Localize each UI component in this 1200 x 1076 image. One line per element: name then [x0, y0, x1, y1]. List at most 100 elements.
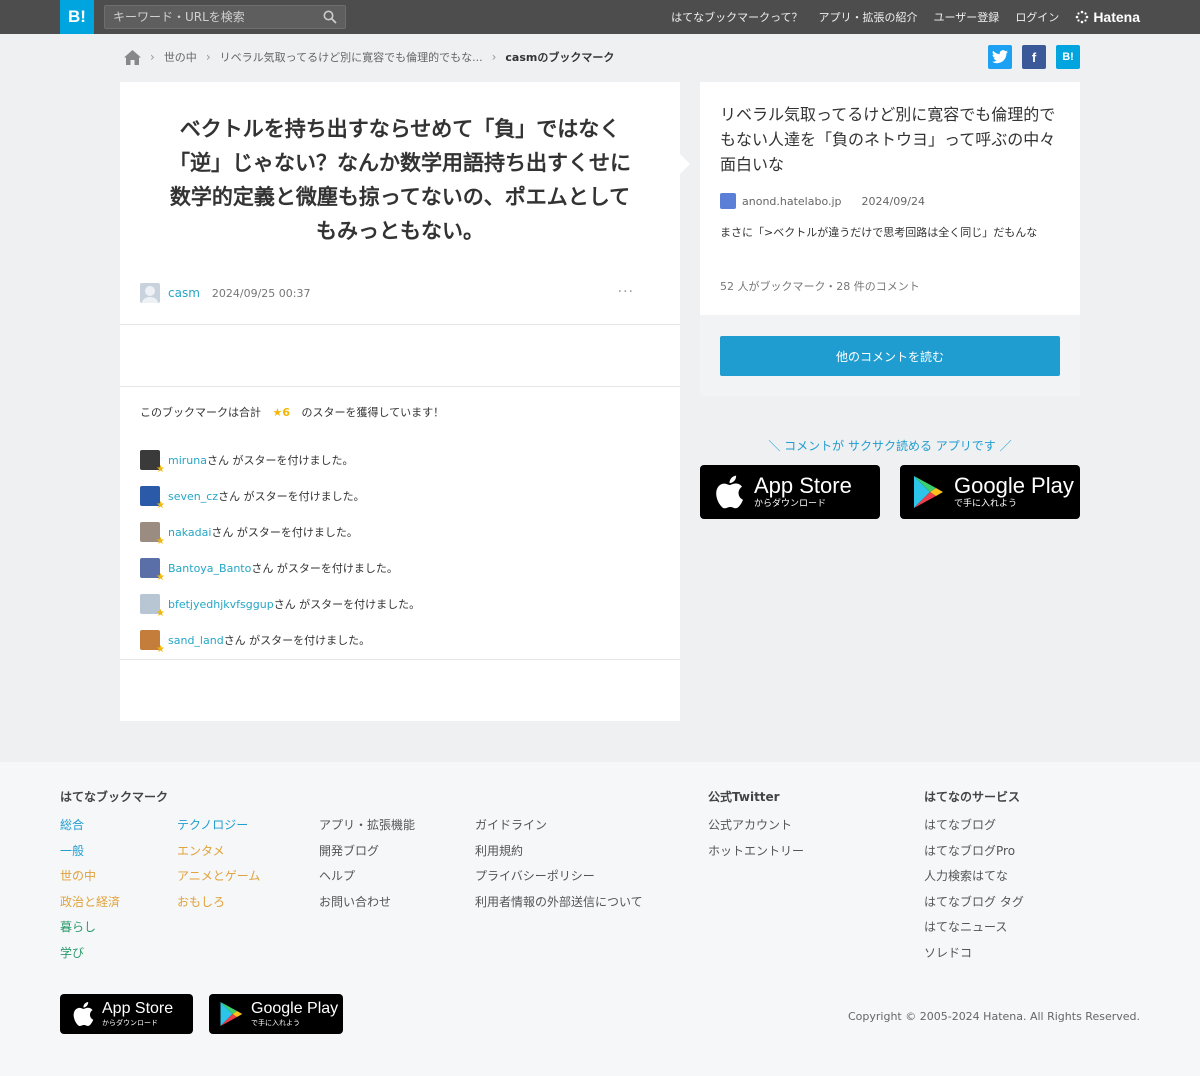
star-item-text: さん がスターを付けました。	[251, 562, 398, 575]
footer-category-link[interactable]: 総合	[60, 816, 120, 842]
footer-link[interactable]: はてなブログPro	[924, 842, 1024, 868]
google-play-sub: で手に入れよう	[251, 1019, 300, 1027]
top-nav: はてなブックマークって？ アプリ・拡張の紹介 ユーザー登録 ログイン Haten…	[671, 0, 1140, 34]
google-play-icon	[914, 476, 943, 508]
hatena-bookmark-logo[interactable]: B!	[60, 0, 94, 34]
list-item: ★ sand_land さん がスターを付けました。	[140, 622, 660, 658]
twitter-share-button[interactable]	[988, 45, 1012, 69]
comment-line: 数学的定義と微塵も掠ってないの、ポエムとして	[169, 185, 631, 209]
star-item-text: さん がスターを付けました。	[218, 490, 365, 503]
footer-category-link[interactable]: エンタメ	[177, 842, 260, 868]
nav-about[interactable]: はてなブックマークって？	[671, 9, 802, 25]
star-user-avatar[interactable]: ★	[140, 522, 165, 547]
star-user-avatar[interactable]: ★	[140, 594, 165, 619]
divider	[120, 659, 680, 660]
bookmark-datetime[interactable]: 2024/09/25 00:37	[212, 287, 311, 300]
google-play-text: Google Play で手に入れよう	[251, 1000, 338, 1028]
star-summary-suffix: のスターを獲得しています！	[301, 406, 445, 419]
footer-link[interactable]: アプリ・拡張機能	[319, 816, 415, 842]
more-options-icon[interactable]: ···	[618, 284, 634, 300]
footer-app-store-button[interactable]: App Store からダウンロード	[60, 994, 193, 1034]
site-favicon-icon	[720, 193, 736, 209]
footer-link[interactable]: 利用者情報の外部送信について	[475, 893, 643, 919]
footer-link[interactable]: ホットエントリー	[708, 842, 804, 868]
google-play-button[interactable]: Google Play で手に入れよう	[900, 465, 1080, 519]
footer-link[interactable]: はてなニュース	[924, 918, 1024, 944]
entry-date: 2024/09/24	[861, 194, 925, 208]
entry-title[interactable]: リベラル気取ってるけど別に寛容でも倫理的でもない人達を「負のネトウヨ」って呼ぶの…	[720, 102, 1065, 177]
footer-category-link[interactable]: おもしろ	[177, 893, 260, 919]
home-icon[interactable]	[124, 49, 141, 65]
footer-heading-twitter: 公式Twitter	[708, 790, 780, 804]
star-user-avatar[interactable]: ★	[140, 486, 165, 511]
footer-services: はてなブログ はてなブログPro 人力検索はてな はてなブログ タグ はてなニュ…	[924, 816, 1024, 970]
app-promo-text: ＼ コメントが サクサク読める アプリです ／	[768, 439, 1012, 453]
footer-link[interactable]: 公式アカウント	[708, 816, 804, 842]
star-user-name[interactable]: nakadai	[168, 526, 211, 539]
footer-category-link[interactable]: 一般	[60, 842, 120, 868]
footer-category-link[interactable]: 暮らし	[60, 918, 120, 944]
search-icon[interactable]	[323, 10, 337, 24]
entry-footer: 他のコメントを読む	[700, 315, 1080, 396]
star-icon: ★	[156, 608, 165, 619]
share-buttons: f B!	[988, 45, 1080, 69]
footer-link[interactable]: 開発ブログ	[319, 842, 415, 868]
copyright: Copyright © 2005-2024 Hatena. All Rights…	[847, 1010, 1140, 1023]
author-row: casm 2024/09/25 00:37 ···	[140, 282, 660, 304]
footer-twitter-links: 公式アカウント ホットエントリー	[708, 816, 804, 867]
footer-category-link[interactable]: 世の中	[60, 867, 120, 893]
footer-link[interactable]: 人力検索はてな	[924, 867, 1024, 893]
star-icon: ★	[156, 644, 165, 655]
app-store-title: App Store	[754, 473, 852, 498]
footer-google-play-button[interactable]: Google Play で手に入れよう	[209, 994, 343, 1034]
app-store-text: App Store からダウンロード	[754, 474, 852, 510]
footer-category-link[interactable]: 政治と経済	[60, 893, 120, 919]
app-store-button[interactable]: App Store からダウンロード	[700, 465, 880, 519]
comment-line: ベクトルを持ち出すならせめて「負」ではなく	[179, 117, 621, 141]
star-summary: このブックマークは合計 ★6 のスターを獲得しています！	[140, 404, 444, 420]
footer-link[interactable]: プライバシーポリシー	[475, 867, 643, 893]
hatena-dots-icon	[1076, 10, 1089, 24]
footer-link[interactable]: ガイドライン	[475, 816, 643, 842]
footer-link[interactable]: 利用規約	[475, 842, 643, 868]
star-user-name[interactable]: miruna	[168, 454, 207, 467]
facebook-icon: f	[1031, 49, 1037, 65]
nav-login[interactable]: ログイン	[1015, 9, 1059, 25]
star-user-name[interactable]: Bantoya_Banto	[168, 562, 251, 575]
star-user-name[interactable]: seven_cz	[168, 490, 218, 503]
read-more-comments-button[interactable]: 他のコメントを読む	[720, 336, 1060, 376]
star-user-name[interactable]: sand_land	[168, 634, 224, 647]
avatar[interactable]	[140, 283, 160, 303]
footer-category-link[interactable]: 学び	[60, 944, 120, 970]
entry-bookmark-count[interactable]: 52 人がブックマーク・28 件のコメント	[720, 278, 920, 294]
footer-link[interactable]: お問い合わせ	[319, 893, 415, 919]
author-name[interactable]: casm	[168, 286, 200, 300]
footer-link[interactable]: はてなブログ	[924, 816, 1024, 842]
chevron-right-icon: ›	[150, 50, 155, 64]
star-user-name[interactable]: bfetjyedhjkvfsggup	[168, 598, 274, 611]
footer-link[interactable]: ヘルプ	[319, 867, 415, 893]
footer-link[interactable]: はてなブログ タグ	[924, 893, 1024, 919]
facebook-share-button[interactable]: f	[1022, 45, 1046, 69]
breadcrumb-entry[interactable]: リベラル気取ってるけど別に寛容でも倫理的でもな...	[220, 49, 483, 65]
breadcrumb-category[interactable]: 世の中	[164, 49, 197, 65]
apple-icon	[716, 475, 743, 509]
star-user-avatar[interactable]: ★	[140, 558, 165, 583]
footer-category-link[interactable]: アニメとゲーム	[177, 867, 260, 893]
apple-icon	[73, 1001, 94, 1026]
list-item: ★ Bantoya_Banto さん がスターを付けました。	[140, 550, 660, 586]
google-play-icon	[220, 1002, 243, 1026]
hatena-brand[interactable]: Hatena	[1075, 9, 1140, 25]
entry-domain[interactable]: anond.hatelabo.jp	[742, 195, 842, 208]
star-count: ★6	[272, 406, 291, 419]
star-user-avatar[interactable]: ★	[140, 450, 165, 475]
nav-apps[interactable]: アプリ・拡張の紹介	[819, 9, 918, 25]
app-store-text: App Store からダウンロード	[102, 1000, 173, 1028]
footer-category-link[interactable]: テクノロジー	[177, 816, 260, 842]
footer-link[interactable]: ソレドコ	[924, 944, 1024, 970]
search-input[interactable]	[105, 6, 315, 28]
hatena-share-button[interactable]: B!	[1056, 45, 1080, 69]
star-user-avatar[interactable]: ★	[140, 630, 165, 655]
app-store-sub: からダウンロード	[754, 499, 827, 509]
nav-register[interactable]: ユーザー登録	[934, 9, 1000, 25]
